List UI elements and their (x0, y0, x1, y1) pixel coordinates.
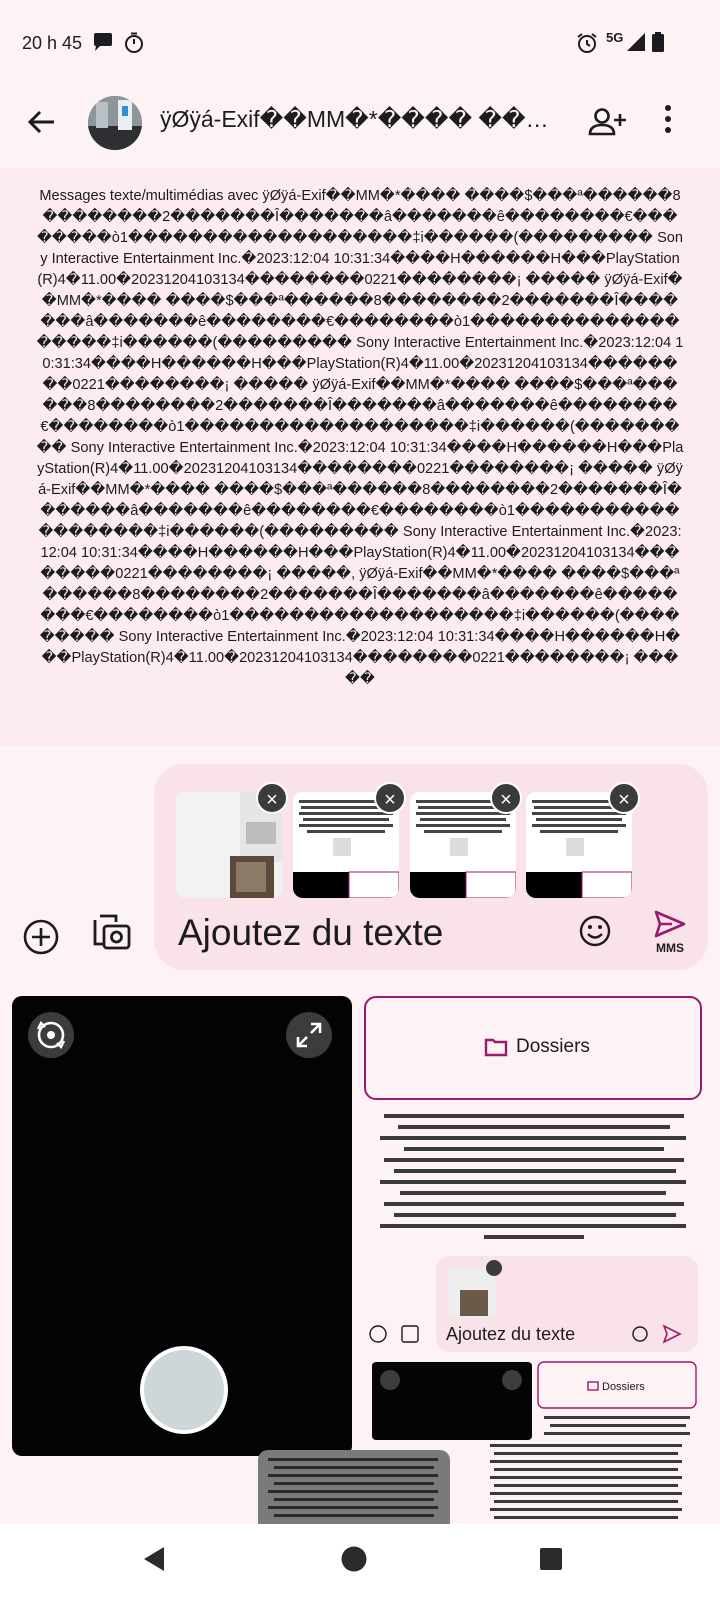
nav-home-icon[interactable] (340, 1545, 368, 1578)
remove-attachment-icon[interactable]: × (256, 782, 288, 814)
media-thumbnail[interactable]: Dossiers (364, 1360, 702, 1442)
more-options-icon[interactable] (664, 104, 672, 139)
conversation-area: Messages texte/multimédias avec ÿØÿá-Exi… (0, 168, 720, 746)
media-thumbnail[interactable] (486, 1440, 686, 1524)
svg-text:Dossiers: Dossiers (602, 1381, 645, 1393)
timer-icon (124, 32, 144, 59)
compose-card: × × × × Ajoutez du texte MMS (154, 764, 708, 970)
svg-text:Ajoutez du texte: Ajoutez du texte (446, 1324, 575, 1344)
nav-recents-icon[interactable] (539, 1547, 563, 1576)
app-bar: ÿØÿá-Exif��MM�*���� ���... (0, 84, 720, 164)
nav-back-icon[interactable] (142, 1546, 166, 1577)
media-thumbnail[interactable]: Ajoutez du texte (364, 1250, 702, 1354)
send-label: MMS (656, 941, 684, 955)
switch-camera-icon[interactable] (28, 1012, 74, 1058)
remove-attachment-icon[interactable]: × (490, 782, 522, 814)
signal-icon (626, 32, 646, 57)
back-arrow-icon[interactable] (24, 104, 60, 140)
navigation-bar (0, 1524, 720, 1600)
status-time: 20 h 45 (22, 33, 83, 53)
media-thumbnail[interactable] (258, 1450, 450, 1524)
send-button[interactable]: MMS (648, 910, 692, 955)
conversation-info-text: Messages texte/multimédias avec ÿØÿá-Exi… (36, 188, 684, 687)
shutter-button[interactable] (140, 1346, 228, 1434)
contact-avatar[interactable] (88, 96, 142, 150)
add-person-icon[interactable] (588, 106, 628, 143)
remove-attachment-icon[interactable]: × (374, 782, 406, 814)
folders-button[interactable]: Dossiers (364, 996, 702, 1100)
message-input[interactable]: Ajoutez du texte (178, 912, 443, 954)
folder-icon (484, 1038, 508, 1057)
remove-attachment-icon[interactable]: × (608, 782, 640, 814)
alarm-icon (576, 32, 598, 59)
gallery-camera-icon[interactable] (92, 914, 132, 959)
folders-label: Dossiers (516, 1036, 590, 1057)
contact-title[interactable]: ÿØÿá-Exif��MM�*���� ���... (160, 106, 560, 133)
camera-preview[interactable] (12, 996, 352, 1456)
status-bar: 20 h 45 5G (0, 0, 720, 84)
network-type: 5G (606, 30, 624, 45)
add-attachment-icon[interactable] (22, 918, 60, 961)
battery-icon (652, 32, 664, 57)
chat-bubble-icon (92, 32, 114, 57)
emoji-icon[interactable] (578, 914, 612, 953)
send-icon (654, 910, 686, 938)
expand-icon[interactable] (286, 1012, 332, 1058)
media-thumbnail[interactable] (364, 1108, 702, 1242)
